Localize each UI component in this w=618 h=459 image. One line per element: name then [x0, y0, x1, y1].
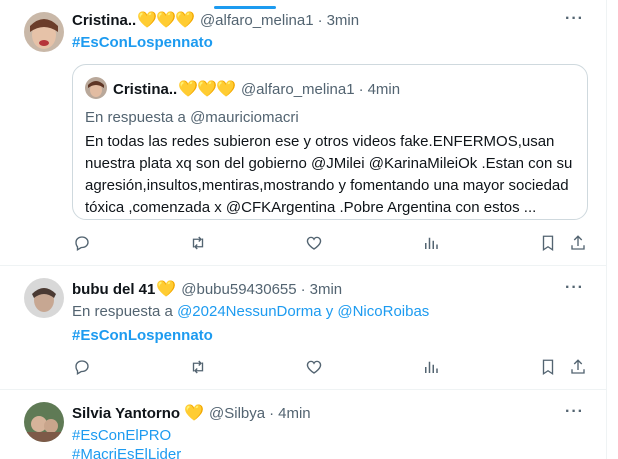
more-options-icon[interactable]: ··· [565, 10, 584, 28]
retweet-icon[interactable] [188, 357, 208, 377]
tweet-header: Silvia Yantorno 💛 @Silbya · 4min [72, 403, 311, 423]
column-border [606, 0, 607, 459]
quoted-replying-to: En respuesta a @mauriciomacri [85, 109, 299, 126]
tweet-actions [72, 357, 592, 377]
share-icon[interactable] [568, 357, 588, 377]
avatar[interactable] [24, 402, 64, 442]
tweet-1[interactable]: Cristina.. 💛💛💛 @alfaro_melina1 · 3min ··… [0, 0, 606, 266]
avatar[interactable] [24, 278, 64, 318]
hashtag-link[interactable]: #EsConLospennato [72, 327, 213, 344]
quoted-avatar [85, 77, 107, 99]
quoted-author-handle: @alfaro_melina1 [240, 80, 355, 98]
replying-to: En respuesta a @2024NessunDorma y @NicoR… [72, 303, 429, 320]
tweet-3[interactable]: Silvia Yantorno 💛 @Silbya · 4min ··· #Es… [0, 390, 606, 459]
hashtag-link[interactable]: #EsConElPRO [72, 427, 171, 444]
separator-dot: · [317, 11, 323, 29]
avatar[interactable] [24, 12, 64, 52]
replying-mention: @mauriciomacri [190, 109, 299, 126]
quoted-timestamp: 4min [367, 80, 401, 98]
replying-prefix: En respuesta a [85, 109, 186, 126]
author-name[interactable]: Silvia Yantorno [72, 405, 180, 422]
yellow-heart-icon: 💛 [156, 281, 176, 298]
quoted-tweet-text: En todas las redes subieron ese y otros … [85, 133, 573, 216]
replying-mention[interactable]: @2024NessunDorma y @NicoRoibas [177, 303, 429, 320]
author-handle[interactable]: @bubu59430655 [181, 281, 296, 298]
replying-prefix: En respuesta a [72, 303, 173, 320]
tweet-header: bubu del 41 💛 @bubu59430655 · 3min [72, 279, 342, 299]
separator-dot: · [269, 404, 275, 422]
timestamp[interactable]: 3min [310, 281, 343, 298]
like-icon[interactable] [304, 233, 324, 253]
separator-dot: · [358, 80, 364, 98]
yellow-heart-icon: 💛💛💛 [178, 81, 236, 98]
quoted-header: Cristina.. 💛💛💛 @alfaro_melina1 · 4min [113, 79, 400, 99]
views-icon[interactable] [421, 357, 441, 377]
reply-icon[interactable] [72, 233, 92, 253]
views-icon[interactable] [421, 233, 441, 253]
more-options-icon[interactable]: ··· [565, 279, 584, 297]
bookmark-icon[interactable] [538, 233, 558, 253]
separator-dot: · [300, 280, 306, 298]
reply-icon[interactable] [72, 357, 92, 377]
author-name[interactable]: bubu del 41 [72, 281, 155, 298]
yellow-heart-icon: 💛💛💛 [137, 12, 195, 29]
hashtag-link[interactable]: #EsConLospennato [72, 34, 213, 51]
author-name[interactable]: Cristina.. [72, 12, 136, 29]
timeline: Cristina.. 💛💛💛 @alfaro_melina1 · 3min ··… [0, 0, 618, 459]
retweet-icon[interactable] [188, 233, 208, 253]
author-handle[interactable]: @alfaro_melina1 [200, 12, 314, 29]
tweet-2[interactable]: bubu del 41 💛 @bubu59430655 · 3min ··· E… [0, 266, 606, 390]
quoted-author-name: Cristina.. [113, 80, 178, 98]
like-icon[interactable] [304, 357, 324, 377]
more-options-icon[interactable]: ··· [565, 403, 584, 421]
quoted-tweet[interactable]: Cristina.. 💛💛💛 @alfaro_melina1 · 4min En… [72, 64, 588, 220]
timestamp[interactable]: 3min [327, 12, 360, 29]
tweet-actions [72, 233, 592, 253]
author-handle[interactable]: @Silbya [209, 405, 265, 422]
timestamp[interactable]: 4min [278, 405, 311, 422]
yellow-heart-icon: 💛 [184, 405, 204, 422]
share-icon[interactable] [568, 233, 588, 253]
tweet-header: Cristina.. 💛💛💛 @alfaro_melina1 · 3min [72, 10, 359, 30]
bookmark-icon[interactable] [538, 357, 558, 377]
hashtag-link[interactable]: #MacriEsElLider [72, 446, 181, 459]
